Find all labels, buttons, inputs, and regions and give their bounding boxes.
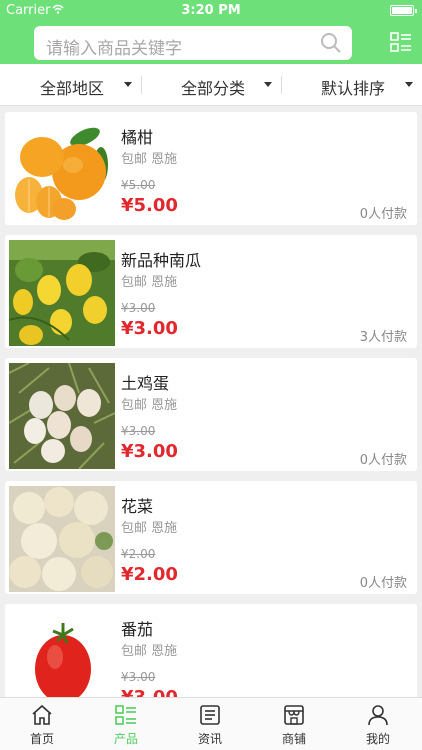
filter-category[interactable]: 全部分类 bbox=[141, 64, 281, 106]
product-sold-count: 0人付款 bbox=[359, 576, 407, 591]
product-old-price: ¥5.00 bbox=[121, 178, 156, 192]
product-name: 土鸡蛋 bbox=[121, 374, 170, 393]
grid-list-icon bbox=[115, 705, 136, 725]
product-name: 花菜 bbox=[121, 497, 154, 516]
product-card[interactable]: 番茄 包邮 恩施 ¥3.00 ¥3.00 bbox=[5, 604, 417, 697]
product-image-tangerine bbox=[9, 117, 115, 223]
tab-products[interactable]: 产品 bbox=[84, 698, 168, 750]
product-price: ¥5.00 bbox=[121, 195, 178, 216]
search-icon[interactable] bbox=[320, 32, 342, 54]
news-icon bbox=[200, 705, 220, 725]
filter-region[interactable]: 全部地区 bbox=[0, 64, 140, 106]
product-tags: 包邮 恩施 bbox=[121, 398, 178, 413]
product-price: ¥3.00 bbox=[121, 687, 178, 697]
product-sold-count: 0人付款 bbox=[359, 453, 407, 468]
product-price: ¥3.00 bbox=[121, 441, 178, 462]
product-image-cauliflower bbox=[9, 486, 115, 592]
product-card[interactable]: 橘柑 包邮 恩施 ¥5.00 ¥5.00 0人付款 bbox=[5, 112, 417, 225]
category-menu-icon[interactable] bbox=[390, 31, 412, 53]
product-old-price: ¥2.00 bbox=[121, 547, 156, 561]
product-tags: 包邮 恩施 bbox=[121, 152, 178, 167]
shop-icon bbox=[284, 705, 304, 725]
filter-sort-label: 默认排序 bbox=[321, 79, 386, 98]
user-icon bbox=[368, 705, 388, 726]
battery-icon bbox=[390, 5, 417, 16]
product-name: 橘柑 bbox=[121, 128, 154, 147]
filter-region-label: 全部地区 bbox=[40, 79, 105, 98]
product-tags: 包邮 恩施 bbox=[121, 275, 178, 290]
product-card[interactable]: 花菜 包邮 恩施 ¥2.00 ¥2.00 0人付款 bbox=[5, 481, 417, 594]
status-time: 3:20 PM bbox=[181, 3, 241, 18]
product-tags: 包邮 恩施 bbox=[121, 644, 178, 659]
product-card[interactable]: 新品种南瓜 包邮 恩施 ¥3.00 ¥3.00 3人付款 bbox=[5, 235, 417, 348]
product-image-eggs bbox=[9, 363, 115, 469]
tab-news[interactable]: 资讯 bbox=[168, 698, 252, 750]
tab-label: 我的 bbox=[365, 732, 390, 746]
status-bar: Carrier 3:20 PM bbox=[0, 0, 422, 20]
chevron-down-icon bbox=[124, 82, 132, 87]
chevron-down-icon bbox=[405, 82, 413, 87]
tab-label: 首页 bbox=[29, 732, 54, 746]
tab-label: 产品 bbox=[113, 732, 138, 746]
product-old-price: ¥3.00 bbox=[121, 301, 156, 315]
search-input[interactable]: 请输入商品关键字 bbox=[34, 26, 352, 60]
product-image-pumpkin bbox=[9, 240, 115, 346]
tab-home[interactable]: 首页 bbox=[0, 698, 84, 750]
product-price: ¥2.00 bbox=[121, 564, 178, 585]
filter-bar: 全部地区 全部分类 默认排序 bbox=[0, 64, 422, 106]
filter-sort[interactable]: 默认排序 bbox=[281, 64, 421, 106]
product-tags: 包邮 恩施 bbox=[121, 521, 178, 536]
chevron-down-icon bbox=[264, 82, 272, 87]
tab-profile[interactable]: 我的 bbox=[336, 698, 420, 750]
product-name: 新品种南瓜 bbox=[121, 251, 202, 270]
product-old-price: ¥3.00 bbox=[121, 670, 156, 684]
tab-shop[interactable]: 商铺 bbox=[252, 698, 336, 750]
filter-category-label: 全部分类 bbox=[181, 79, 246, 98]
search-placeholder: 请输入商品关键字 bbox=[46, 39, 182, 59]
home-icon bbox=[32, 704, 52, 725]
product-image-tomato bbox=[9, 609, 115, 697]
tab-label: 资讯 bbox=[197, 732, 222, 746]
product-name: 番茄 bbox=[121, 620, 154, 639]
product-old-price: ¥3.00 bbox=[121, 424, 156, 438]
product-sold-count: 3人付款 bbox=[359, 330, 407, 345]
product-list[interactable]: 橘柑 包邮 恩施 ¥5.00 ¥5.00 0人付款 新品种南瓜 包邮 恩施 ¥3… bbox=[0, 106, 422, 697]
product-sold-count: 0人付款 bbox=[359, 207, 407, 222]
product-price: ¥3.00 bbox=[121, 318, 178, 339]
tab-label: 商铺 bbox=[281, 732, 306, 746]
product-card[interactable]: 土鸡蛋 包邮 恩施 ¥3.00 ¥3.00 0人付款 bbox=[5, 358, 417, 471]
bottom-tab-bar: 首页 产品 资讯 商铺 我的 bbox=[0, 697, 422, 750]
top-header: 请输入商品关键字 bbox=[0, 20, 422, 64]
